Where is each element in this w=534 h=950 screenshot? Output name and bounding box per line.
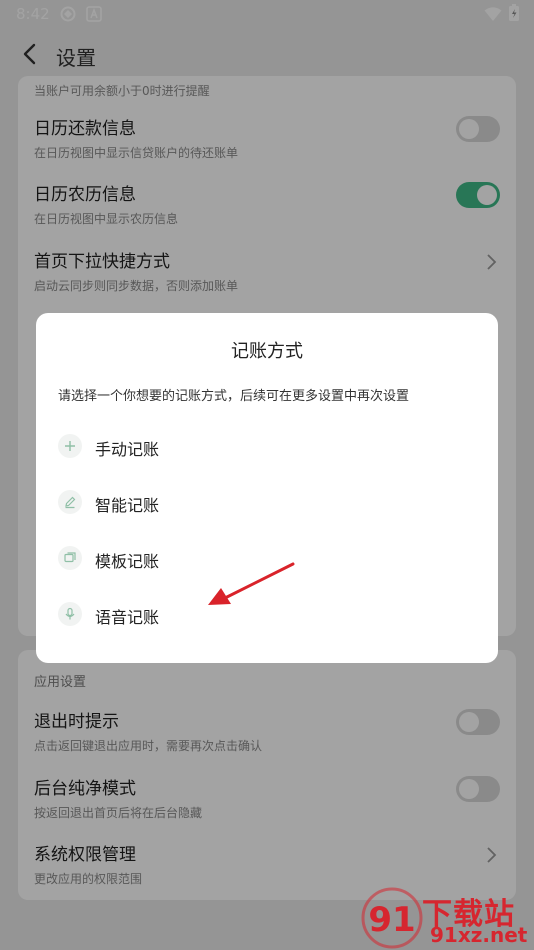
pencil-icon — [58, 490, 82, 514]
watermark-url: 91xz.net — [430, 923, 528, 947]
option-manual-bookkeeping[interactable]: 手动记账 — [58, 427, 478, 467]
microphone-icon — [58, 602, 82, 626]
option-label: 语音记账 — [95, 608, 160, 627]
watermark-logo-icon: 91 — [361, 887, 423, 949]
dialog-description: 请选择一个你想要的记账方式，后续可在更多设置中再次设置 — [58, 389, 410, 404]
watermark: 91 下载站 91xz.net — [360, 885, 534, 950]
option-label: 手动记账 — [95, 440, 160, 459]
option-label: 智能记账 — [95, 496, 160, 515]
bookkeeping-mode-dialog: 记账方式 请选择一个你想要的记账方式，后续可在更多设置中再次设置 手动记账 智能… — [36, 313, 498, 663]
plus-icon — [58, 434, 82, 458]
dialog-title: 记账方式 — [231, 341, 303, 362]
template-icon — [58, 546, 82, 570]
option-smart-bookkeeping[interactable]: 智能记账 — [58, 483, 478, 523]
option-label: 模板记账 — [95, 552, 160, 571]
annotation-arrow-icon — [208, 562, 295, 605]
watermark-logo-text: 91 — [368, 900, 415, 940]
